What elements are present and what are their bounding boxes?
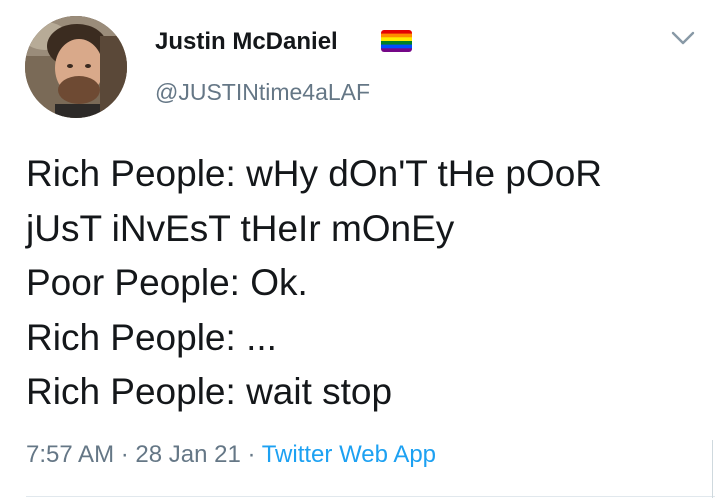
tweet-metadata: 7:57 AM · 28 Jan 21 · Twitter Web App	[26, 440, 436, 470]
divider	[26, 496, 715, 497]
display-name[interactable]: Justin McDaniel	[155, 28, 338, 56]
tweet-source-link[interactable]: Twitter Web App	[262, 441, 436, 468]
tweet-text: Rich People: wHy dOn'T tHe pOoR jUsT iNv…	[26, 147, 706, 420]
tweet-date[interactable]: 28 Jan 21	[135, 441, 240, 468]
separator-dot: ·	[114, 441, 136, 468]
profile-photo-avatar-icon	[25, 16, 127, 118]
user-handle[interactable]: @JUSTINtime4aLAF	[155, 78, 370, 106]
chevron-down-icon[interactable]	[670, 28, 696, 48]
tweet-line: Rich People: wait stop	[26, 371, 393, 412]
edge-divider	[712, 440, 713, 498]
tweet-card: Justin McDaniel @JUSTINtime4aLAF Rich Pe…	[0, 0, 715, 500]
separator-dot: ·	[240, 441, 262, 468]
tweet-line: Rich People: ...	[26, 316, 277, 358]
rainbow-flag-icon	[381, 30, 412, 52]
tweet-line: Rich People: wHy dOn'T tHe pOoR	[26, 153, 603, 194]
avatar[interactable]	[25, 16, 127, 118]
tweet-line: Poor People: Ok.	[26, 262, 308, 303]
tweet-line: jUsT iNvEsT tHeIr mOnEy	[26, 207, 455, 249]
tweet-time[interactable]: 7:57 AM	[26, 441, 114, 468]
